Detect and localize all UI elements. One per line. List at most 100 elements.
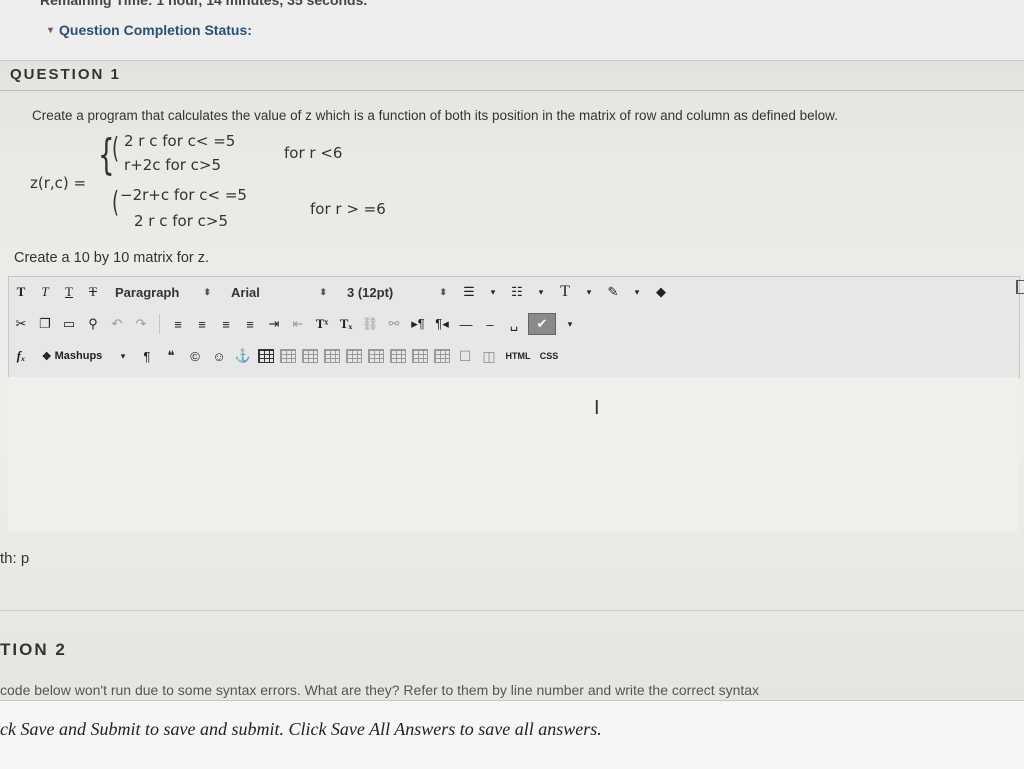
em-dash-icon[interactable]: – <box>480 314 500 334</box>
toolbar-row-2: ✂ ❐ ▭ ⚲ ↶ ↷ ≡ ≡ ≡ ≡ ⇥ ⇤ Tˣ Tₓ ⛓ ⚯ ▸¶ ¶◂ … <box>9 309 1019 339</box>
italic-button[interactable]: T <box>35 282 55 302</box>
mashups-menu[interactable]: ❖ Mashups <box>35 346 109 366</box>
eraser-icon[interactable]: ◆ <box>651 282 671 302</box>
copy-icon[interactable]: ❐ <box>35 314 55 334</box>
answer-editor[interactable]: I <box>8 377 1018 532</box>
indent-icon[interactable]: ⇥ <box>264 314 284 334</box>
copyright-icon[interactable]: © <box>185 346 205 366</box>
case2-brace: ( <box>112 186 120 220</box>
text-cursor-icon: I <box>594 397 600 419</box>
chevron-down-icon[interactable]: ▾ <box>113 346 133 366</box>
nonbreaking-space-icon[interactable]: ␣ <box>504 314 524 334</box>
rich-text-toolbar: T T T T Paragraph ⬍ Arial ⬍ 3 (12pt) ⬍ ☰… <box>8 276 1020 378</box>
status-header: Remaining Time: 1 hour, 14 minutes, 35 s… <box>0 0 1024 61</box>
select-arrows-icon: ⬍ <box>203 286 211 297</box>
numbered-list-icon[interactable]: ☷ <box>507 282 527 302</box>
case1-brace: ( <box>112 132 120 166</box>
align-left-icon[interactable]: ≡ <box>168 314 188 334</box>
select-arrows-icon: ⬍ <box>439 286 447 297</box>
text-color-icon[interactable]: T <box>555 282 575 302</box>
resize-handle[interactable] <box>1016 280 1024 294</box>
chevron-down-icon[interactable]: ▾ <box>531 282 551 302</box>
completion-status-label: Question Completion Status: <box>59 22 252 38</box>
case2-line-a: −2r+c for c< =5 <box>120 186 247 204</box>
rtl-direction-icon[interactable]: ¶◂ <box>432 314 452 334</box>
paste-icon[interactable]: ▭ <box>59 314 79 334</box>
question-completion-toggle[interactable]: ▾ Question Completion Status: <box>48 22 252 38</box>
chevron-down-icon: ▾ <box>48 24 54 36</box>
chevron-down-icon[interactable]: ▾ <box>560 314 580 334</box>
quote-icon[interactable]: ❝ <box>161 346 181 366</box>
strikethrough-button[interactable]: T <box>83 282 103 302</box>
bullet-list-icon[interactable]: ☰ <box>459 282 479 302</box>
case1-line-a: 2 r c for c< =5 <box>124 132 236 150</box>
chevron-down-icon[interactable]: ▾ <box>627 282 647 302</box>
align-justify-icon[interactable]: ≡ <box>240 314 260 334</box>
ltr-direction-icon[interactable]: ▸¶ <box>408 314 428 334</box>
merge-cells-icon[interactable]: ◫ <box>479 346 499 366</box>
format-block-value: Paragraph <box>115 284 180 300</box>
insert-column-before-icon[interactable] <box>412 349 428 363</box>
remaining-time-text: Remaining Time: 1 hour, 14 minutes, 35 s… <box>40 0 368 8</box>
mashups-icon: ❖ <box>41 350 55 363</box>
highlight-pen-icon[interactable]: ✎ <box>603 282 623 302</box>
case2-condition: for r > =6 <box>310 200 386 218</box>
format-block-select[interactable]: Paragraph ⬍ <box>109 281 217 303</box>
font-family-value: Arial <box>231 284 260 300</box>
insert-row-before-icon[interactable] <box>346 349 362 363</box>
table-properties-icon[interactable] <box>280 349 296 363</box>
html-source-button[interactable]: HTML <box>503 346 533 366</box>
unlink-icon[interactable]: ⚯ <box>384 314 404 334</box>
horizontal-line-icon[interactable]: — <box>456 314 476 334</box>
emoticon-icon[interactable]: ☺ <box>209 346 229 366</box>
piecewise-formula: z(r,c) = { ( 2 r c for c< =5 r+2c for c>… <box>30 130 450 240</box>
redo-icon[interactable]: ↷ <box>131 314 151 334</box>
undo-icon[interactable]: ↶ <box>107 314 127 334</box>
insert-table-icon[interactable] <box>258 349 274 363</box>
search-icon[interactable]: ⚲ <box>83 314 103 334</box>
question-2-title: TION 2 <box>0 640 67 659</box>
align-center-icon[interactable]: ≡ <box>192 314 212 334</box>
outdent-icon[interactable]: ⇤ <box>288 314 308 334</box>
insert-row-after-icon[interactable] <box>368 349 384 363</box>
formula-lhs: z(r,c) = <box>30 174 87 192</box>
link-icon[interactable]: ⛓ <box>360 314 380 334</box>
select-arrows-icon: ⬍ <box>319 286 327 297</box>
anchor-icon[interactable]: ⚓ <box>233 346 253 366</box>
paragraph-mark-icon[interactable]: ¶ <box>137 346 157 366</box>
superscript-icon[interactable]: Tˣ <box>312 314 332 334</box>
align-right-icon[interactable]: ≡ <box>216 314 236 334</box>
chevron-down-icon[interactable]: ▾ <box>579 282 599 302</box>
font-size-value: 3 (12pt) <box>347 284 394 300</box>
chevron-down-icon[interactable]: ▾ <box>483 282 503 302</box>
underline-button[interactable]: T <box>59 282 79 302</box>
question-2-prompt: code below won't run due to some syntax … <box>0 682 760 698</box>
subscript-icon[interactable]: Tₓ <box>336 314 356 334</box>
css-button[interactable]: CSS <box>537 346 561 366</box>
submit-instructions: ck Save and Submit to save and submit. C… <box>0 719 602 739</box>
case1-condition: for r <6 <box>284 144 343 162</box>
toolbar-row-1: T T T T Paragraph ⬍ Arial ⬍ 3 (12pt) ⬍ ☰… <box>9 277 1019 307</box>
toolbar-row-3: fₓ ❖ Mashups ▾ ¶ ❝ © ☺ ⚓ ☐ ◫ HTML CSS <box>9 341 1019 371</box>
cut-icon[interactable]: ✂ <box>11 314 31 334</box>
section-divider <box>0 610 1024 611</box>
delete-column-icon[interactable]: ☐ <box>455 346 475 366</box>
row-properties-icon[interactable] <box>302 349 318 363</box>
case1-line-b: r+2c for c>5 <box>124 156 222 174</box>
question-1-title: QUESTION 1 <box>10 66 121 83</box>
submit-bar: ck Save and Submit to save and submit. C… <box>0 700 1024 769</box>
question-1-header: QUESTION 1 <box>0 62 1024 91</box>
bold-button[interactable]: T <box>11 282 31 302</box>
editor-path-label: th: p <box>0 550 30 567</box>
cell-properties-icon[interactable] <box>324 349 340 363</box>
math-editor-icon[interactable]: fₓ <box>11 346 31 366</box>
question-1-instruction: Create a 10 by 10 matrix for z. <box>14 250 210 266</box>
mashups-label: Mashups <box>54 350 103 362</box>
font-size-select[interactable]: 3 (12pt) ⬍ <box>341 281 453 303</box>
font-family-select[interactable]: Arial ⬍ <box>225 281 333 303</box>
spellcheck-icon[interactable]: ✔ <box>528 313 556 335</box>
insert-column-after-icon[interactable] <box>434 349 450 363</box>
toolbar-divider <box>159 314 160 334</box>
delete-row-icon[interactable] <box>390 349 406 363</box>
case2-line-b: 2 r c for c>5 <box>134 212 229 230</box>
